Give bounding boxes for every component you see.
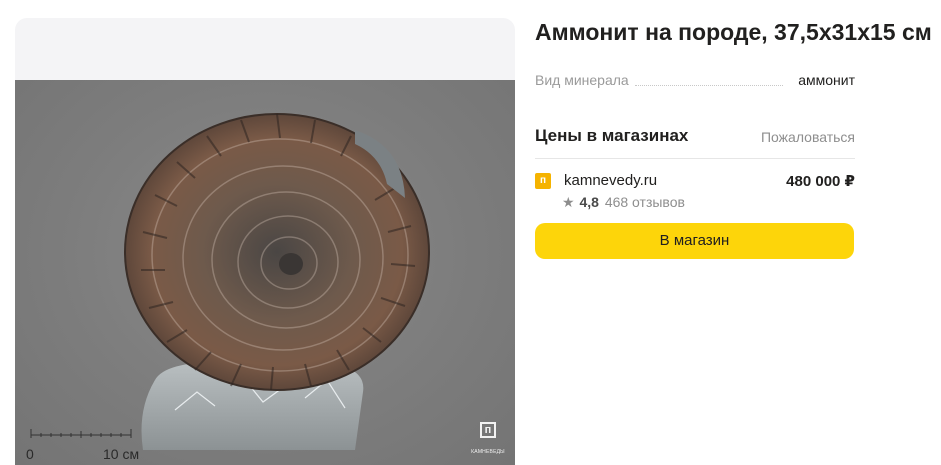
offers-title: Цены в магазинах [535,126,689,145]
shop-logo-icon: п [535,173,551,189]
scale-label-ten: 10 см [103,446,140,462]
ammonite-image [30,113,430,450]
spec-dots [635,85,783,86]
spec-row: Вид минерала аммонит [535,72,855,90]
page-title: Аммонит на породе, 37,5х31х15 см [535,19,932,45]
rating-value: 4,8 [579,194,599,210]
watermark: п КАМНЕВЕДЫ [471,422,505,458]
reviews-link[interactable]: 468 отзывов [605,194,685,210]
shop-rating: ★ 4,8 468 отзывов [562,194,685,211]
shop-name-link[interactable]: kamnevedy.ru [564,172,657,189]
scale-label-zero: 0 [26,446,34,462]
watermark-text: КАМНЕВЕДЫ [471,449,505,455]
go-to-shop-button[interactable]: В магазин [535,223,854,259]
star-icon: ★ [562,194,575,210]
divider [535,158,855,159]
product-photo[interactable]: 0 10 см п КАМНЕВЕДЫ [15,80,515,465]
spec-name: Вид минерала [535,72,633,88]
product-info: Аммонит на породе, 37,5х31х15 см Вид мин… [535,18,935,259]
watermark-logo-icon: п [480,422,496,438]
offers-header: Цены в магазинах Пожаловаться [535,126,855,150]
offer-price: 480 000 ₽ [786,173,855,190]
scale-bar [30,429,132,438]
offer-row: п kamnevedy.ru 480 000 ₽ ★ 4,8 468 отзыв… [535,172,855,212]
product-gallery: 0 10 см п КАМНЕВЕДЫ [15,18,515,465]
spec-value: аммонит [798,72,855,88]
complain-link[interactable]: Пожаловаться [761,129,855,145]
